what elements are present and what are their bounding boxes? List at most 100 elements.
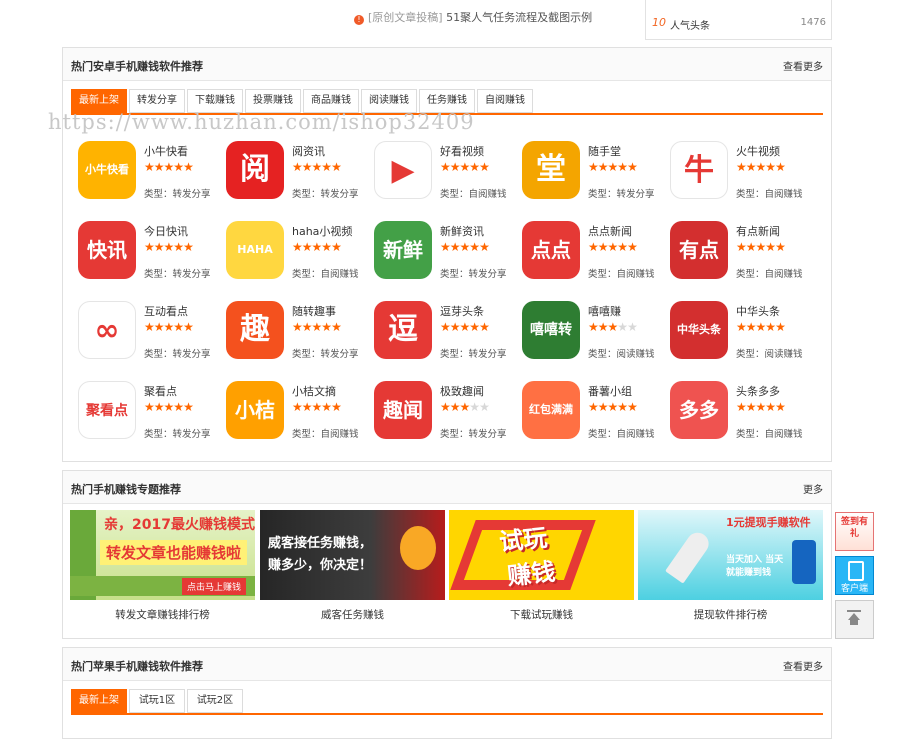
app-name[interactable]: 阅资讯 (292, 143, 325, 159)
app-name[interactable]: 随转趣事 (292, 303, 336, 319)
app-name[interactable]: 头条多多 (736, 383, 780, 399)
top-article-link[interactable]: ! [原创文章投稿] 51聚人气任务流程及截图示例 (354, 9, 592, 25)
topic-banner-trial[interactable]: 试玩 赚钱 (449, 510, 634, 600)
app-name[interactable]: 火牛视频 (736, 143, 780, 159)
more-link[interactable]: 查看更多 (783, 58, 823, 73)
app-name[interactable]: 番薯小组 (588, 383, 632, 399)
app-icon[interactable]: 逗 (374, 301, 432, 359)
app-card[interactable]: 牛火牛视频 ★★★★★ 类型：自阅赚钱 (670, 141, 818, 205)
app-card[interactable]: 聚看点 聚看点 ★★★★★ 类型：转发分享 (78, 381, 226, 445)
tab-1[interactable]: 试玩1区 (129, 689, 185, 713)
app-card[interactable]: HAHA haha小视频 ★★★★★ 类型：自阅赚钱 (226, 221, 374, 285)
app-name[interactable]: 小牛快看 (144, 143, 188, 159)
star-icon: ★ (449, 320, 461, 334)
tab-7[interactable]: 自阅赚钱 (477, 89, 533, 113)
app-card[interactable]: 有点 有点新闻 ★★★★★ 类型：自阅赚钱 (670, 221, 818, 285)
rating-stars: ★★★★★ (440, 320, 490, 334)
app-icon[interactable]: ▶ (374, 141, 432, 199)
star-icon: ★ (163, 240, 175, 254)
app-name[interactable]: 好看视频 (440, 143, 484, 159)
rating-stars: ★★★★★ (292, 400, 342, 414)
app-icon[interactable]: ∞ (78, 301, 136, 359)
topic-banner-withdraw[interactable]: 1元提现手赚软件 当天加入 当天就能赚到钱 (638, 510, 823, 600)
app-icon[interactable]: 红包满满 (522, 381, 580, 439)
app-card[interactable]: 堂随手堂 ★★★★★ 类型：转发分享 (522, 141, 670, 205)
info-icon: ! (354, 15, 364, 25)
topic-caption[interactable]: 下载试玩赚钱 (449, 607, 634, 622)
app-icon[interactable]: 小牛快看 (78, 141, 136, 199)
app-card[interactable]: ▶ 好看视频 ★★★★★ 类型：自阅赚钱 (374, 141, 522, 205)
app-icon[interactable]: 有点 (670, 221, 728, 279)
app-icon[interactable]: HAHA (226, 221, 284, 279)
app-card[interactable]: 嘻嘻转 嘻嘻赚 ★★★★★ 类型：阅读赚钱 (522, 301, 670, 365)
star-icon: ★ (775, 160, 786, 174)
topic-banner-task[interactable]: 威客接任务赚钱， 赚多少，你决定！ (260, 510, 445, 600)
app-icon[interactable]: 点点 (522, 221, 580, 279)
app-icon[interactable]: 中华头条 (670, 301, 728, 359)
star-icon: ★ (627, 320, 638, 334)
app-card[interactable]: 逗逗芽头条 ★★★★★ 类型：转发分享 (374, 301, 522, 365)
rank-list-item[interactable]: 10 人气头条 1476 (645, 0, 832, 40)
topic-caption[interactable]: 转发文章赚钱排行榜 (70, 607, 255, 622)
topic-caption[interactable]: 威客任务赚钱 (260, 607, 445, 622)
app-card[interactable]: 中华头条 中华头条 ★★★★★ 类型：阅读赚钱 (670, 301, 818, 365)
app-name[interactable]: 互动看点 (144, 303, 188, 319)
app-icon[interactable]: 堂 (522, 141, 580, 199)
app-name[interactable]: 新鲜资讯 (440, 223, 484, 239)
rocket-icon (665, 528, 713, 584)
app-card[interactable]: 小牛快看 小牛快看 ★★★★★ 类型：转发分享 (78, 141, 226, 205)
topic-caption[interactable]: 提现软件排行榜 (638, 607, 823, 622)
app-card[interactable]: 趣闻 极致趣闻 ★★★★★ 类型：转发分享 (374, 381, 522, 445)
star-icon: ★ (321, 400, 332, 414)
tab-2[interactable]: 试玩2区 (187, 689, 243, 713)
app-type: 类型：阅读赚钱 (736, 349, 803, 360)
app-icon[interactable]: 阅 (226, 141, 284, 199)
star-icon: ★ (765, 240, 776, 254)
app-card[interactable]: 红包满满 番薯小组 ★★★★★ 类型：自阅赚钱 (522, 381, 670, 445)
app-name[interactable]: 小桔文摘 (292, 383, 336, 399)
app-icon[interactable]: 多多 (670, 381, 728, 439)
app-card[interactable]: 多多 头条多多 ★★★★★ 类型：自阅赚钱 (670, 381, 818, 445)
app-name[interactable]: 随手堂 (588, 143, 621, 159)
topic-banner-share[interactable]: 亲，2017最火赚钱模式！ 转发文章也能赚钱啦 点击马上赚钱 (70, 510, 255, 600)
signin-button[interactable]: 签到有礼 (835, 512, 874, 551)
app-icon[interactable]: 聚看点 (78, 381, 136, 439)
app-card[interactable]: ∞ 互动看点 ★★★★★ 类型：转发分享 (78, 301, 226, 365)
app-icon[interactable]: 趣闻 (374, 381, 432, 439)
tab-0[interactable]: 最新上架 (71, 689, 127, 713)
app-name[interactable]: haha小视频 (292, 223, 352, 239)
app-name[interactable]: 中华头条 (736, 303, 780, 319)
back-to-top-button[interactable] (835, 600, 874, 639)
app-icon[interactable]: 新鲜 (374, 221, 432, 279)
app-icon[interactable]: 小桔 (226, 381, 284, 439)
star-icon: ★ (469, 160, 480, 174)
star-icon: ★ (597, 240, 609, 254)
app-name[interactable]: 聚看点 (144, 383, 177, 399)
app-card[interactable]: 趣随转趣事 ★★★★★ 类型：转发分享 (226, 301, 374, 365)
app-card[interactable]: 小桔 小桔文摘 ★★★★★ 类型：自阅赚钱 (226, 381, 374, 445)
more-link[interactable]: 更多 (803, 481, 823, 496)
app-icon[interactable]: 嘻嘻转 (522, 301, 580, 359)
app-card[interactable]: 快讯 今日快讯 ★★★★★ 类型：转发分享 (78, 221, 226, 285)
app-card[interactable]: 新鲜 新鲜资讯 ★★★★★ 类型：转发分享 (374, 221, 522, 285)
star-icon: ★ (440, 160, 451, 174)
star-icon: ★ (153, 400, 165, 414)
app-icon[interactable]: 牛 (670, 141, 728, 199)
app-name[interactable]: 有点新闻 (736, 223, 780, 239)
rating-stars: ★★★★★ (292, 240, 342, 254)
app-card[interactable]: 阅阅资讯 ★★★★★ 类型：转发分享 (226, 141, 374, 205)
app-card[interactable]: 点点 点点新闻 ★★★★★ 类型：自阅赚钱 (522, 221, 670, 285)
app-name[interactable]: 逗芽头条 (440, 303, 484, 319)
banner-cta-button[interactable]: 点击马上赚钱 (182, 578, 247, 595)
app-icon[interactable]: 快讯 (78, 221, 136, 279)
app-type: 类型：转发分享 (144, 429, 211, 440)
star-icon: ★ (292, 160, 303, 174)
app-name[interactable]: 今日快讯 (144, 223, 188, 239)
app-name[interactable]: 嘻嘻赚 (588, 303, 621, 319)
app-name[interactable]: 点点新闻 (588, 223, 632, 239)
app-name[interactable]: 极致趣闻 (440, 383, 484, 399)
star-icon: ★ (617, 160, 628, 174)
client-download-button[interactable]: 客户端 (835, 556, 874, 595)
more-link[interactable]: 查看更多 (783, 658, 823, 673)
app-icon[interactable]: 趣 (226, 301, 284, 359)
